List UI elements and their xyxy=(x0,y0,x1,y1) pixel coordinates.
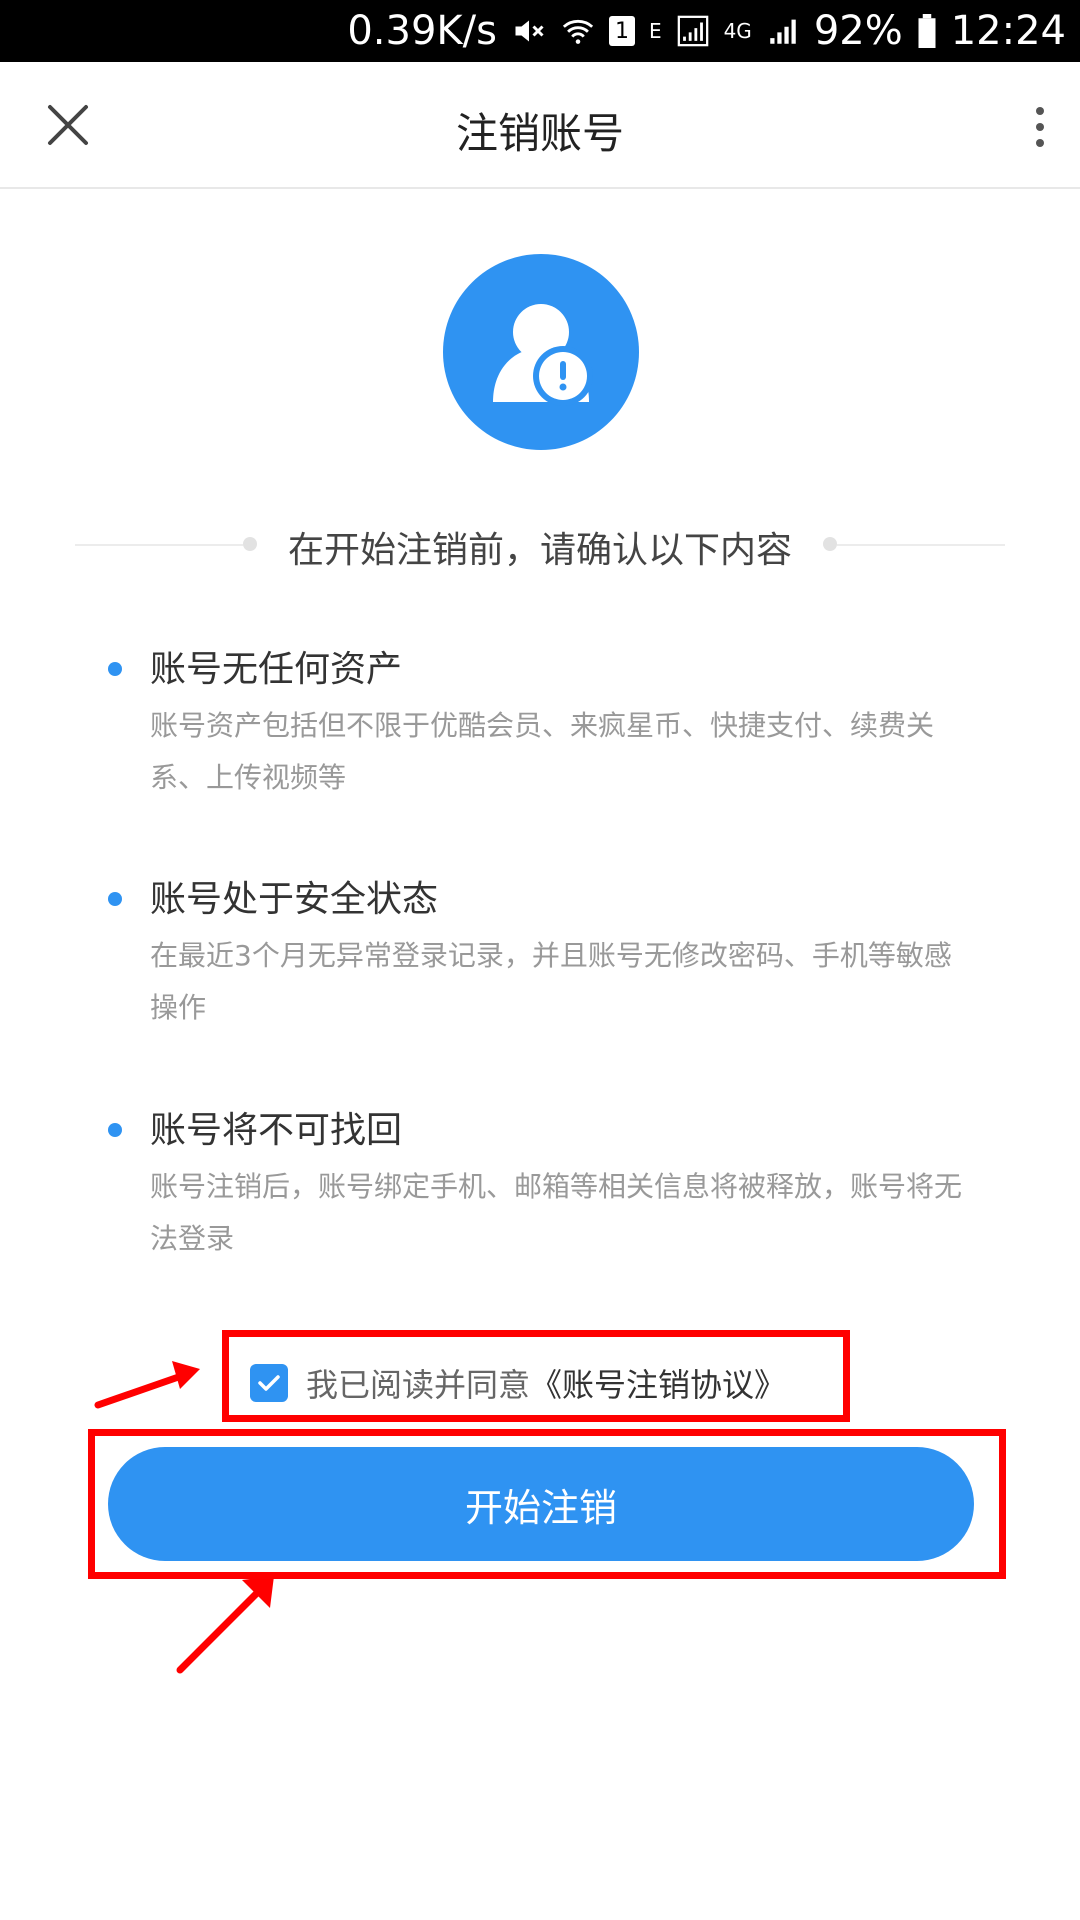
section-heading: 在开始注销前，请确认以下内容 xyxy=(75,515,1005,575)
annotation-arrow-icon xyxy=(94,1361,200,1409)
network-type-4g: 4G xyxy=(723,19,752,43)
bullet-icon xyxy=(108,892,122,906)
signal-strength-icon xyxy=(766,14,800,48)
item-description: 账号注销后，账号绑定手机、邮箱等相关信息将被释放，账号将无法登录 xyxy=(150,1170,963,1255)
network-type-e: E xyxy=(648,19,662,43)
signal-icon xyxy=(676,14,710,48)
clock: 12:24 xyxy=(950,8,1066,54)
sim-icon: 1 xyxy=(608,16,635,46)
divider-right xyxy=(837,544,1005,546)
annotation-highlight-agreement xyxy=(222,1330,850,1422)
section-heading-text: 在开始注销前，请确认以下内容 xyxy=(287,530,792,571)
wifi-icon xyxy=(561,14,595,48)
annotation-highlight-button xyxy=(88,1429,1006,1579)
item-title: 账号处于安全状态 xyxy=(150,879,439,920)
status-bar: 0.39K/s 1 E 4G 92% 12:24 xyxy=(0,0,1080,62)
item-title: 账号无任何资产 xyxy=(150,649,403,690)
mute-icon xyxy=(511,13,547,49)
item-description: 在最近3个月无异常登录记录，并且账号无修改密码、手机等敏感操作 xyxy=(150,939,952,1024)
item-description: 账号资产包括但不限于优酷会员、来疯星币、快捷支付、续费关系、上传视频等 xyxy=(150,709,935,794)
item-title: 账号将不可找回 xyxy=(150,1110,403,1151)
annotation-arrow-icon xyxy=(176,1576,274,1674)
network-speed: 0.39K/s xyxy=(347,8,497,54)
bullet-icon xyxy=(108,662,122,676)
page-title: 注销账号 xyxy=(455,109,624,158)
battery-icon xyxy=(917,14,937,48)
bullet-icon xyxy=(108,1123,122,1137)
more-vertical-icon[interactable] xyxy=(1020,102,1060,152)
user-warning-icon xyxy=(443,254,639,450)
battery-percent: 92% xyxy=(813,8,903,54)
nav-header: 注销账号 xyxy=(0,62,1080,189)
divider-dot-right xyxy=(823,537,837,551)
